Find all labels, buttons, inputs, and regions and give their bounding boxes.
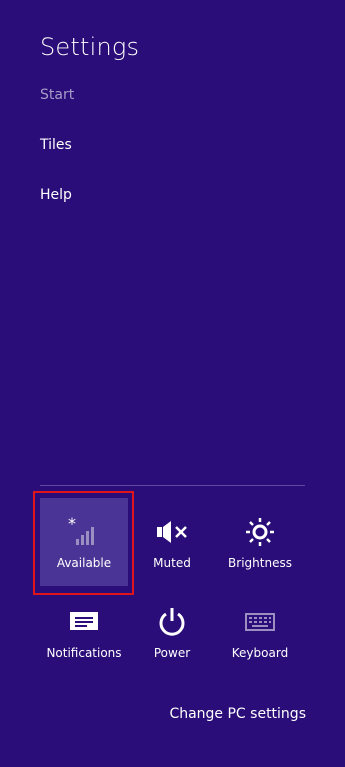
brightness-label: Brightness [228, 556, 292, 570]
keyboard-tile[interactable]: Keyboard [216, 588, 304, 676]
divider [40, 485, 305, 486]
network-tile[interactable]: * Available [40, 498, 128, 586]
brightness-icon [244, 516, 276, 548]
menu-item-tiles[interactable]: Tiles [40, 137, 72, 153]
page-title: Settings [40, 33, 140, 61]
notifications-icon [69, 606, 99, 638]
svg-text:*: * [68, 517, 76, 533]
keyboard-label: Keyboard [231, 646, 289, 660]
keyboard-icon [245, 606, 275, 638]
menu-item-start[interactable]: Start [40, 87, 74, 103]
notifications-tile[interactable]: Notifications [40, 588, 128, 676]
power-tile[interactable]: Power [128, 588, 216, 676]
notifications-label: Notifications [46, 646, 122, 660]
power-label: Power [153, 646, 191, 660]
network-available-icon: * [68, 516, 100, 548]
brightness-tile[interactable]: Brightness [216, 498, 304, 586]
volume-tile[interactable]: Muted [128, 498, 216, 586]
volume-label: Muted [153, 556, 191, 570]
power-icon [157, 606, 187, 638]
change-pc-settings-link[interactable]: Change PC settings [169, 706, 306, 722]
network-label: Available [56, 556, 112, 570]
menu-item-help[interactable]: Help [40, 187, 72, 203]
speaker-muted-icon [155, 516, 189, 548]
